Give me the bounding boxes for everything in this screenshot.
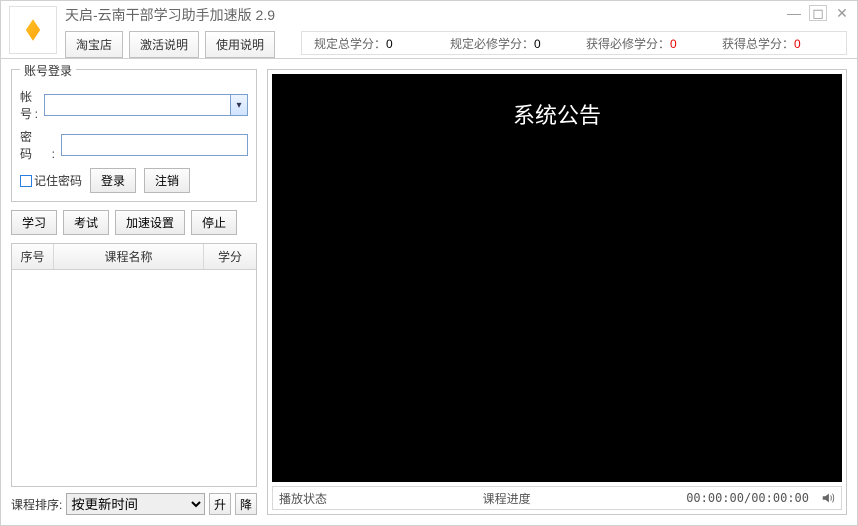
- username-dropdown-button[interactable]: ▾: [230, 94, 248, 116]
- system-announcement: 系统公告: [272, 98, 842, 130]
- activate-info-button[interactable]: 激活说明: [129, 31, 199, 58]
- stat-req-compulsory-label: 规定必修学分：: [450, 37, 534, 51]
- maximize-button[interactable]: ◻: [809, 5, 827, 21]
- col-header-name[interactable]: 课程名称: [54, 244, 204, 269]
- taobao-link-button[interactable]: 淘宝店: [65, 31, 123, 58]
- play-status-label: 播放状态: [279, 490, 327, 507]
- video-area: 系统公告: [272, 74, 842, 482]
- login-button[interactable]: 登录: [90, 168, 136, 193]
- sort-select[interactable]: 按更新时间: [66, 493, 205, 515]
- sort-label: 课程排序:: [11, 496, 62, 513]
- playback-timer: 00:00:00/00:00:00: [686, 491, 809, 505]
- study-button[interactable]: 学习: [11, 210, 57, 235]
- stat-got-compulsory-value: 0: [670, 37, 677, 51]
- close-button[interactable]: ✕: [833, 5, 851, 21]
- col-header-credit[interactable]: 学分: [204, 244, 256, 269]
- status-bar: 播放状态 课程进度 00:00:00/00:00:00: [272, 486, 842, 510]
- minimize-button[interactable]: —: [785, 5, 803, 21]
- stat-got-total-label: 获得总学分：: [722, 37, 794, 51]
- exam-button[interactable]: 考试: [63, 210, 109, 235]
- remember-password-checkbox[interactable]: 记住密码: [20, 172, 82, 189]
- login-legend: 账号登录: [20, 62, 76, 79]
- stat-total-req-value: 0: [386, 37, 393, 51]
- username-input[interactable]: [44, 94, 230, 116]
- stat-req-compulsory-value: 0: [534, 37, 541, 51]
- volume-icon[interactable]: [821, 491, 835, 505]
- course-table-body: [12, 270, 256, 512]
- logout-button[interactable]: 注销: [144, 168, 190, 193]
- titlebar: 天启-云南干部学习助手加速版 2.9 淘宝店 激活说明 使用说明 规定总学分：0…: [1, 1, 857, 59]
- stat-total-req-label: 规定总学分：: [314, 37, 386, 51]
- stat-got-compulsory-label: 获得必修学分：: [586, 37, 670, 51]
- stat-got-total-value: 0: [794, 37, 801, 51]
- course-table: 序号 课程名称 学分: [11, 243, 257, 487]
- remember-password-label: 记住密码: [34, 172, 82, 189]
- course-progress-label: 课程进度: [483, 490, 531, 507]
- app-window: 天启-云南干部学习助手加速版 2.9 淘宝店 激活说明 使用说明 规定总学分：0…: [0, 0, 858, 526]
- stop-button[interactable]: 停止: [191, 210, 237, 235]
- usage-info-button[interactable]: 使用说明: [205, 31, 275, 58]
- app-title: 天启-云南干部学习助手加速版 2.9: [65, 5, 275, 25]
- login-group: 账号登录 帐 号: ▾ 密 码: 记住密码 登录: [11, 69, 257, 202]
- stats-bar: 规定总学分：0 规定必修学分：0 获得必修学分：0 获得总学分：0: [301, 31, 847, 55]
- username-label: 帐 号:: [20, 88, 40, 122]
- password-label: 密 码:: [20, 128, 57, 162]
- app-logo: [9, 6, 57, 54]
- accel-settings-button[interactable]: 加速设置: [115, 210, 185, 235]
- sort-asc-button[interactable]: 升: [209, 493, 231, 515]
- sort-desc-button[interactable]: 降: [235, 493, 257, 515]
- col-header-no[interactable]: 序号: [12, 244, 54, 269]
- password-input[interactable]: [61, 134, 248, 156]
